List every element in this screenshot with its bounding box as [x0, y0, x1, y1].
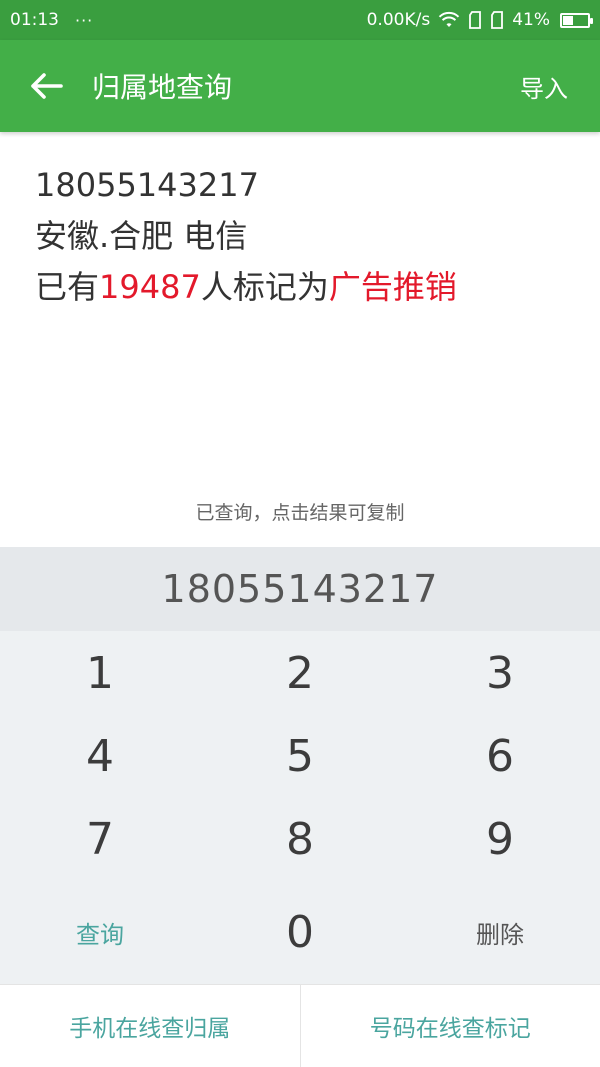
key-8[interactable]: 8 [200, 798, 400, 881]
number-input-display[interactable]: 18055143217 [0, 547, 600, 631]
sim2-icon [490, 11, 504, 29]
battery-icon [560, 12, 593, 28]
query-result[interactable]: 18055143217 安徽.合肥 电信 已有19487人标记为广告推销 [35, 160, 575, 313]
network-speed: 0.00K/s [366, 10, 431, 30]
wifi-icon [438, 11, 460, 29]
result-location: 安徽.合肥 电信 [35, 217, 248, 255]
status-left: 01:13 ··· [10, 10, 93, 30]
mark-tag: 广告推销 [328, 268, 457, 306]
status-time: 01:13 [10, 10, 59, 30]
bottom-bar: 手机在线查归属 号码在线查标记 [0, 984, 600, 1067]
status-bar: 01:13 ··· 0.00K/s 41% [0, 0, 600, 40]
app-toolbar: 归属地查询 导入 [0, 40, 600, 132]
mark-prefix: 已有 [35, 268, 100, 306]
query-button[interactable]: 查询 [0, 881, 200, 984]
key-6[interactable]: 6 [400, 715, 600, 798]
copy-hint: 已查询，点击结果可复制 [195, 502, 405, 524]
online-location-lookup-button[interactable]: 手机在线查归属 [0, 985, 300, 1067]
key-0[interactable]: 0 [200, 881, 400, 984]
key-4[interactable]: 4 [0, 715, 200, 798]
key-9[interactable]: 9 [400, 798, 600, 881]
result-number: 18055143217 [35, 166, 259, 204]
key-5[interactable]: 5 [200, 715, 400, 798]
battery-percent: 41% [512, 10, 550, 30]
sim1-icon [468, 11, 482, 29]
delete-button[interactable]: 删除 [400, 881, 600, 984]
mark-middle: 人标记为 [200, 268, 329, 306]
key-1[interactable]: 1 [0, 631, 200, 715]
back-arrow-icon [31, 73, 63, 99]
more-notifications-icon: ··· [75, 10, 94, 30]
screen: 01:13 ··· 0.00K/s 41% 归属地查询 导入 180551432… [0, 0, 600, 1067]
page-title: 归属地查询 [92, 71, 233, 104]
result-mark-line: 已有19487人标记为广告推销 [35, 262, 575, 313]
keypad: 1 2 3 4 5 6 7 8 9 查询 0 删除 [0, 631, 600, 984]
online-mark-lookup-button[interactable]: 号码在线查标记 [299, 985, 600, 1067]
key-7[interactable]: 7 [0, 798, 200, 881]
mark-count: 19487 [99, 268, 201, 306]
key-3[interactable]: 3 [400, 631, 600, 715]
key-2[interactable]: 2 [200, 631, 400, 715]
import-button[interactable]: 导入 [500, 40, 600, 132]
status-right: 0.00K/s 41% [366, 10, 593, 30]
back-button[interactable] [0, 40, 92, 132]
